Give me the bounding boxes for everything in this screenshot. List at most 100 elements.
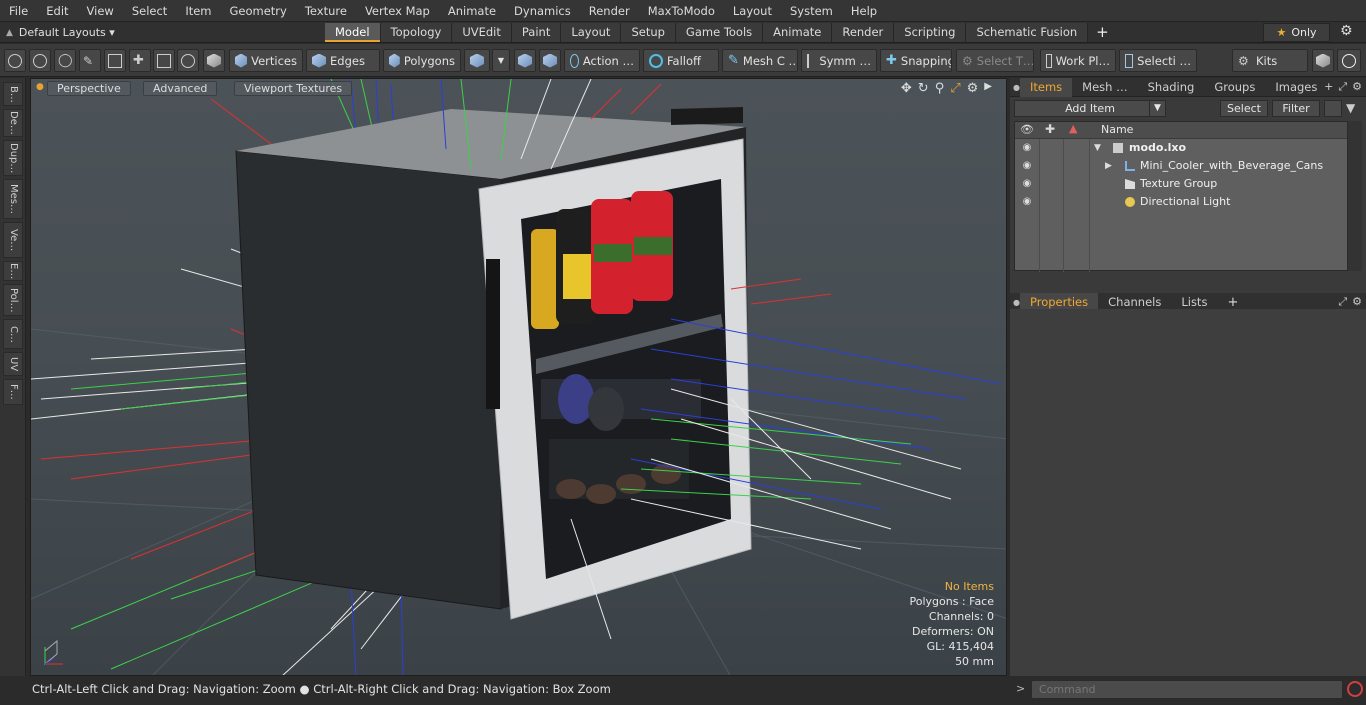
tab-groups[interactable]: Groups [1204, 78, 1265, 97]
paint-select-button[interactable]: ✎ [79, 49, 101, 72]
selection-sets-button[interactable]: Selecti … [1119, 49, 1197, 72]
gear-icon[interactable]: ⚙ [1340, 23, 1353, 39]
tab-mesh-ops[interactable]: Mesh … [1072, 78, 1137, 97]
add-panel-tab-icon[interactable]: + [1324, 80, 1333, 94]
expand-arrow-icon[interactable]: ▶ [1105, 157, 1112, 175]
lasso-button[interactable]: ◯ [54, 49, 76, 72]
eye-icon[interactable]: ◉ [1020, 157, 1034, 175]
left-tab-uv[interactable]: UV [3, 352, 23, 376]
rotate-button[interactable] [177, 49, 199, 72]
menu-dynamics[interactable]: Dynamics [505, 0, 580, 22]
add-tab-button[interactable]: + [1088, 23, 1117, 42]
record-icon[interactable] [1347, 681, 1363, 697]
chevron-down-icon[interactable]: ▼ [1149, 101, 1165, 116]
collapse-icon[interactable]: ▲ [6, 28, 13, 38]
eye-icon[interactable]: ◉ [1020, 175, 1034, 193]
snap-toggle-a[interactable] [514, 49, 536, 72]
left-tab-polygon[interactable]: Pol… [3, 284, 23, 316]
viewport-menu-icon[interactable]: ▶ [984, 81, 992, 96]
tab-animate[interactable]: Animate [763, 23, 833, 42]
tab-paint[interactable]: Paint [511, 23, 562, 42]
name-column-header[interactable]: Name [1101, 123, 1133, 136]
menu-render[interactable]: Render [580, 0, 639, 22]
select-button[interactable]: Select [1220, 100, 1268, 117]
visibility-column-icon[interactable]: 👁 [1020, 123, 1034, 136]
expand-arrow-icon[interactable]: ▼ [1094, 139, 1101, 157]
tab-game-tools[interactable]: Game Tools [675, 23, 764, 42]
item-mode-button[interactable] [203, 49, 225, 72]
left-tab-fusion[interactable]: F… [3, 379, 23, 405]
move-button[interactable]: ✚ [129, 49, 151, 72]
left-tab-curve[interactable]: C… [3, 319, 23, 349]
tab-model[interactable]: Model [325, 23, 381, 42]
command-input[interactable] [1031, 680, 1343, 699]
menu-geometry[interactable]: Geometry [221, 0, 296, 22]
menu-select[interactable]: Select [123, 0, 176, 22]
select-through-button[interactable]: ⚙ Select T… [956, 49, 1034, 72]
menu-system[interactable]: System [781, 0, 842, 22]
menu-animate[interactable]: Animate [439, 0, 505, 22]
menu-file[interactable]: File [0, 0, 37, 22]
unreal-button[interactable] [1337, 49, 1361, 72]
viewport-dot-icon[interactable]: ● [36, 82, 44, 92]
shading-dropdown[interactable]: Advanced [143, 81, 218, 96]
tab-items[interactable]: Items [1020, 77, 1073, 97]
3d-viewport[interactable]: ● Perspective Advanced Viewport Textures… [30, 78, 1007, 676]
tab-render[interactable]: Render [832, 23, 895, 42]
globe-button[interactable] [29, 49, 51, 72]
tab-topology[interactable]: Topology [380, 23, 453, 42]
symmetry-button[interactable]: Symm … [801, 49, 877, 72]
menu-vertex-map[interactable]: Vertex Map [356, 0, 439, 22]
panel-dot-icon[interactable]: ● [1010, 298, 1020, 307]
work-plane-button[interactable]: Work Pl… [1040, 49, 1116, 72]
element-button[interactable] [153, 49, 175, 72]
mesh-constraints-button[interactable]: ✎ Mesh C … [722, 49, 798, 72]
lock-column-icon[interactable]: ✚ [1045, 122, 1055, 136]
tab-schematic-fusion[interactable]: Schematic Fusion [966, 23, 1089, 42]
menu-item[interactable]: Item [176, 0, 220, 22]
left-tab-duplicate[interactable]: Dup… [3, 140, 23, 176]
eye-icon[interactable]: ◉ [1020, 139, 1034, 157]
kits-button[interactable]: ⚙ Kits [1232, 49, 1308, 72]
command-arrow-icon[interactable]: > [1016, 682, 1025, 695]
move-view-icon[interactable]: ✥ [901, 81, 912, 96]
edges-mode-button[interactable]: Edges [306, 49, 380, 72]
select-mode-button[interactable] [4, 49, 26, 72]
tree-row-scene[interactable]: ◉ ▼ modo.lxo [1015, 139, 1347, 157]
snap-toggle-b[interactable] [539, 49, 561, 72]
material-mode-button[interactable] [464, 49, 490, 72]
group-button[interactable] [104, 49, 126, 72]
left-tab-mesh-edit[interactable]: Mes… [3, 179, 23, 219]
menu-layout[interactable]: Layout [724, 0, 781, 22]
menu-view[interactable]: View [78, 0, 123, 22]
falloff-button[interactable]: Falloff [643, 49, 719, 72]
mode-dropdown-button[interactable]: ▼ [492, 49, 510, 72]
collapse-all-icon[interactable] [1324, 100, 1342, 117]
tree-row-texture-group[interactable]: ◉ Texture Group [1015, 175, 1347, 193]
snapping-button[interactable]: ✚ Snapping [880, 49, 952, 72]
tab-setup[interactable]: Setup [621, 23, 676, 42]
panel-settings-icon[interactable]: ⚙ [1352, 80, 1362, 94]
item-list-scrollbar[interactable] [1348, 121, 1362, 271]
menu-edit[interactable]: Edit [37, 0, 77, 22]
left-tab-deform[interactable]: De… [3, 109, 23, 137]
vertices-mode-button[interactable]: Vertices [229, 49, 303, 72]
funnel-icon[interactable]: ▼ [1346, 101, 1355, 115]
tab-images[interactable]: Images [1265, 78, 1327, 97]
left-tab-vertex[interactable]: Ve… [3, 222, 23, 258]
maximize-panel-icon[interactable]: ⤢ [1338, 80, 1347, 94]
tab-uvedit[interactable]: UVEdit [452, 23, 512, 42]
menu-help[interactable]: Help [842, 0, 886, 22]
left-tab-basic[interactable]: B… [3, 82, 23, 106]
polygons-mode-button[interactable]: Polygons [383, 49, 461, 72]
filter-button[interactable]: Filter [1272, 100, 1320, 117]
panel-settings-icon[interactable]: ⚙ [1352, 295, 1362, 309]
perspective-dropdown[interactable]: Perspective [47, 81, 131, 96]
layouts-dropdown[interactable]: ▲ Default Layouts ▾ [6, 24, 115, 41]
eye-icon[interactable]: ◉ [1020, 193, 1034, 211]
panel-dot-icon[interactable]: ● [1010, 83, 1020, 92]
left-tab-edge[interactable]: E… [3, 261, 23, 281]
menu-texture[interactable]: Texture [296, 0, 356, 22]
tab-shading[interactable]: Shading [1138, 78, 1205, 97]
tab-layout[interactable]: Layout [561, 23, 622, 42]
